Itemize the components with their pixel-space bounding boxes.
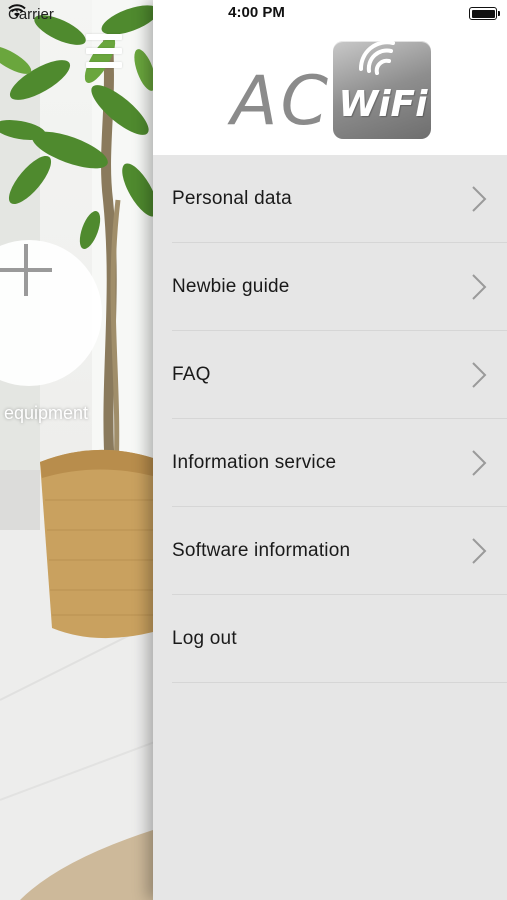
add-equipment-label: equipment: [4, 403, 89, 423]
app-logo: AC WiFi: [229, 40, 435, 140]
menu-item-software-information[interactable]: Software information: [153, 507, 507, 595]
chevron-right-icon: [472, 450, 487, 476]
plus-icon: [0, 244, 52, 296]
logo-wifi-text: WiFi: [338, 84, 428, 125]
menu-item-label: Software information: [172, 540, 351, 561]
menu-item-log-out[interactable]: Log out: [153, 595, 507, 683]
menu-item-newbie-guide[interactable]: Newbie guide: [153, 243, 507, 331]
chevron-right-icon: [472, 362, 487, 388]
chevron-right-icon: [472, 274, 487, 300]
menu-item-label: Information service: [172, 452, 337, 473]
drawer-menu: Personal data Newbie guide FAQ Informati…: [153, 155, 507, 683]
menu-item-faq[interactable]: FAQ: [153, 331, 507, 419]
menu-item-label: FAQ: [172, 364, 211, 385]
menu-item-label: Newbie guide: [172, 276, 290, 297]
logo-wifi-tile: WiFi: [333, 41, 431, 139]
chevron-right-icon: [472, 538, 487, 564]
drawer-header: 4:00 PM AC WiFi: [153, 0, 507, 155]
hamburger-icon[interactable]: [86, 34, 122, 68]
menu-item-label: Personal data: [172, 188, 292, 209]
menu-item-label: Log out: [172, 628, 237, 649]
side-drawer: 4:00 PM AC WiFi Personal data Newbie gui…: [153, 0, 507, 900]
battery-icon: [469, 7, 500, 20]
menu-item-personal-data[interactable]: Personal data: [153, 155, 507, 243]
chevron-right-icon: [472, 186, 487, 212]
menu-item-information-service[interactable]: Information service: [153, 419, 507, 507]
logo-ac-text: AC: [231, 62, 331, 141]
status-bar-left: Carrier: [8, 4, 60, 24]
status-time: 4:00 PM: [228, 4, 285, 21]
